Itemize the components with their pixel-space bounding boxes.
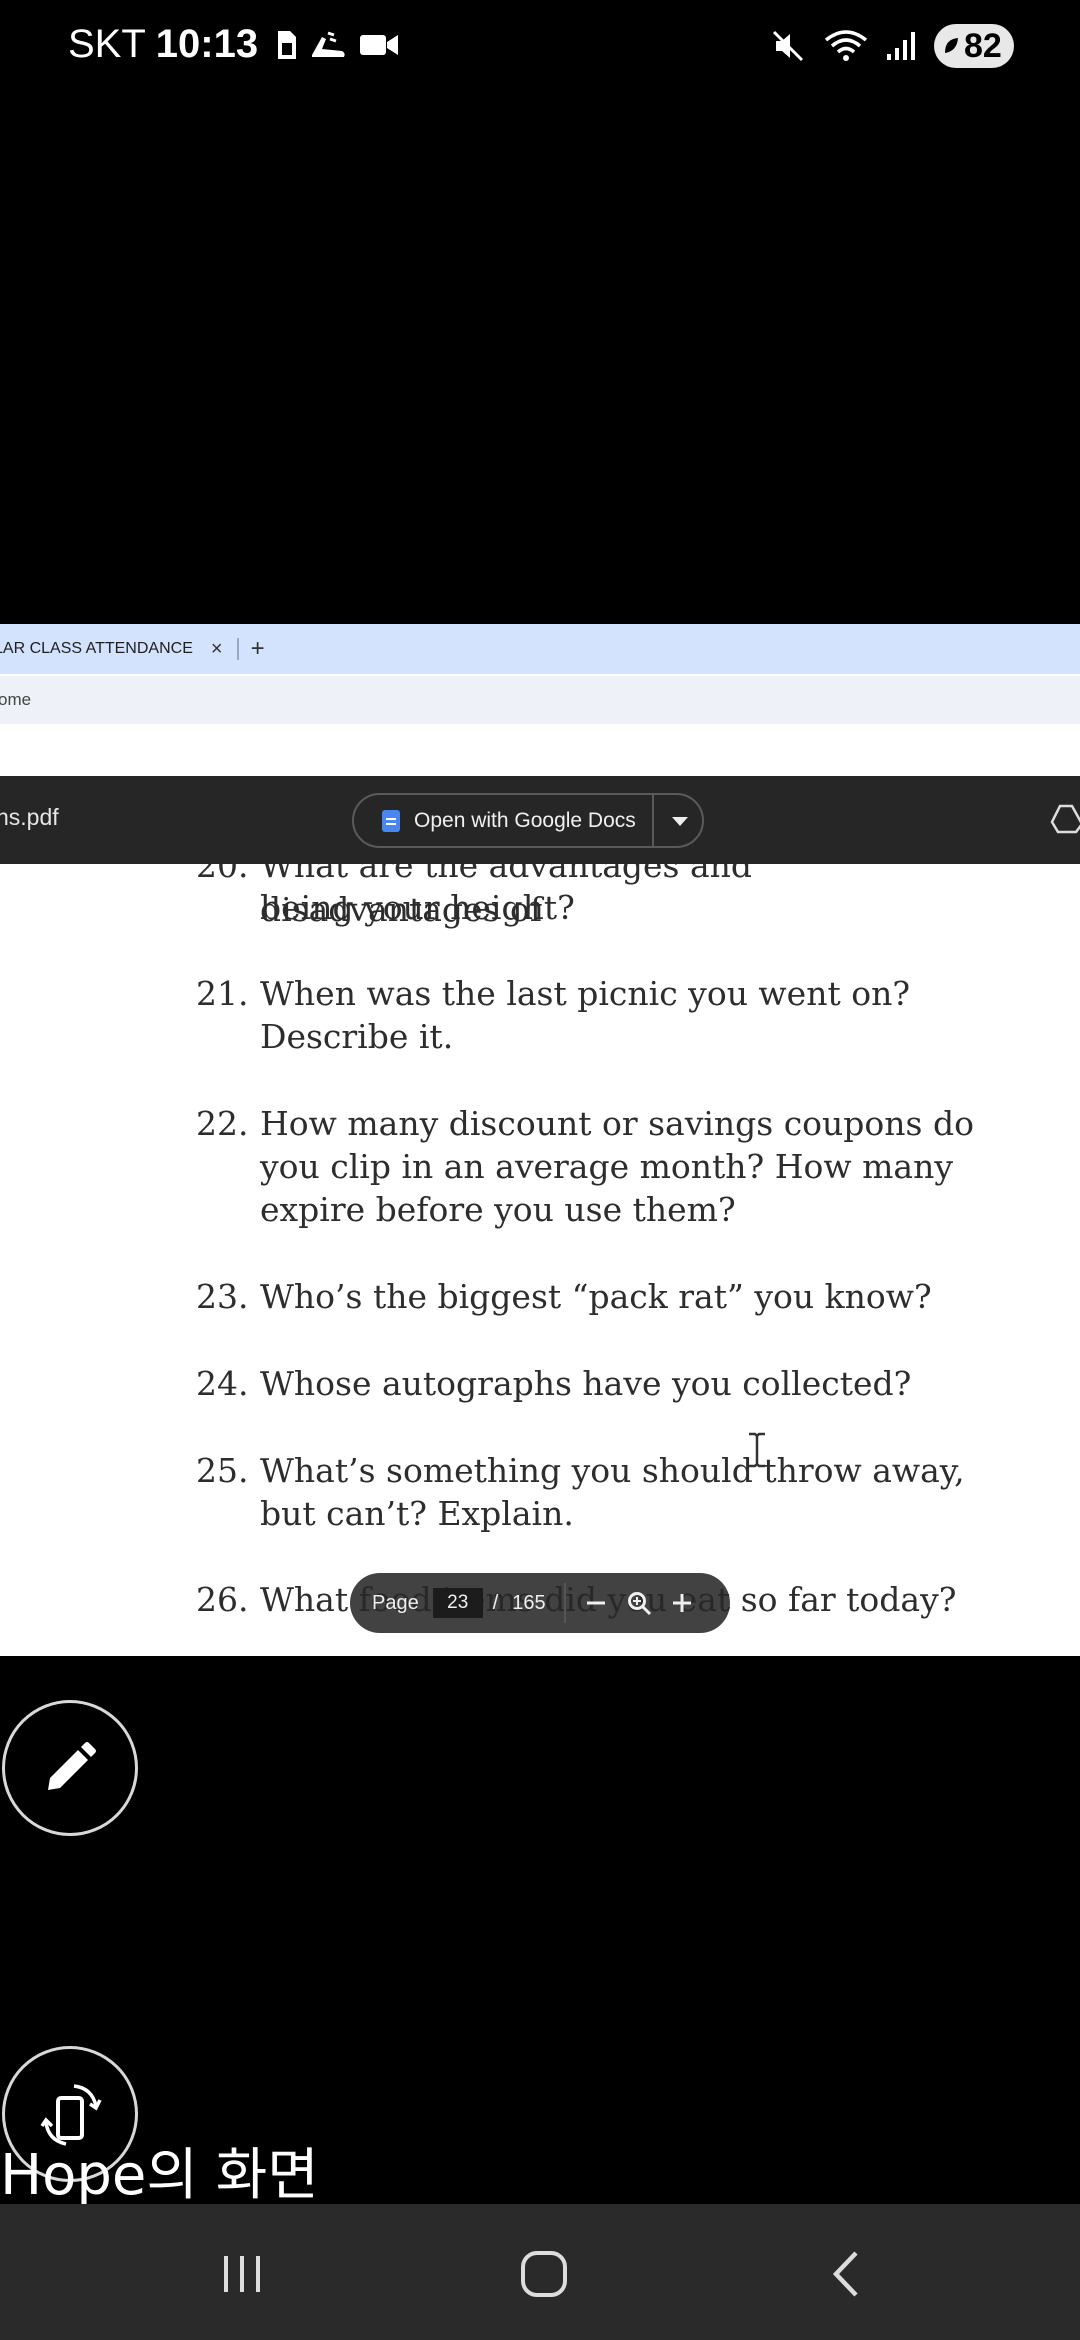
google-docs-icon [382,809,400,832]
mute-icon [770,28,806,64]
address-text: ome [0,690,32,709]
home-button[interactable] [514,2244,574,2304]
back-button[interactable] [816,2244,876,2304]
question-number: 21. [196,974,249,1013]
open-with-google-docs-button[interactable]: Open with Google Docs [352,793,704,848]
browser-tab[interactable]: LAR CLASS ATTENDANCE × [0,624,223,674]
browser-tab-bar: LAR CLASS ATTENDANCE × + [0,624,1080,674]
clock: 10:13 [155,22,259,66]
question-text: Who’s the biggest “pack rat” you know? [260,1277,932,1316]
question-number: 26. [196,1580,249,1619]
question-number: 20. [196,864,249,885]
controls-divider [563,1583,566,1623]
pdf-page[interactable]: 20. What are the advantages and disadvan… [0,864,1080,1656]
home-icon [521,2251,567,2297]
page-separator: / [492,1591,499,1614]
zoom-icon [627,1592,651,1616]
question-number: 25. [196,1451,249,1490]
button-divider [652,795,654,846]
question-text: How many discount or savings coupons do [260,1104,974,1143]
total-pages: 165 [512,1591,546,1614]
minus-icon [586,1601,605,1605]
question-text: When was the last picnic you went on? [260,974,911,1013]
sim-card-icon [276,29,298,61]
address-bar[interactable]: ome [0,674,1080,724]
zoom-button[interactable] [626,1590,652,1616]
zoom-out-button[interactable] [584,1591,608,1615]
battery-level: 82 [964,26,1002,65]
open-with-label: Open with Google Docs [414,808,636,832]
carrier-name: SKT [68,22,146,66]
navigation-bar [0,2204,1080,2340]
question-text: expire before you use them? [260,1190,736,1229]
page-spacer [0,724,1080,776]
question-text: Whose autographs have you collected? [260,1364,912,1403]
question-text: but can’t? Explain. [260,1494,574,1533]
question-text: What’s something you should throw away, [260,1451,965,1490]
plus-icon [672,1594,691,1612]
edit-button[interactable] [2,1700,138,1836]
back-icon [832,2251,858,2297]
shoe-icon [308,29,348,61]
recent-apps-button[interactable] [212,2244,272,2304]
video-camera-icon [358,30,400,60]
tab-close-button[interactable]: × [211,638,223,661]
question-number: 24. [196,1364,249,1403]
pdf-file-name: ns.pdf [0,804,59,830]
question-number: 22. [196,1104,249,1143]
zoom-in-button[interactable] [670,1591,694,1615]
screen-share-label: Hope의 화면 [0,2143,319,2208]
new-tab-button[interactable]: + [251,635,265,663]
question-text: Describe it. [260,1017,454,1056]
tab-divider [236,638,239,660]
page-label: Page [372,1591,419,1614]
question-text: you clip in an average month? How many [260,1147,953,1186]
page-number-input[interactable]: 23 [432,1588,483,1618]
recent-apps-icon [224,2256,260,2292]
tab-title: LAR CLASS ATTENDANCE [0,640,193,657]
chevron-down-icon[interactable] [672,817,688,826]
pencil-icon [48,1742,96,1790]
wifi-icon [824,28,868,64]
pdf-toolbar: ns.pdf Open with Google Docs [0,776,1080,864]
add-to-drive-icon[interactable] [1050,804,1080,839]
charging-icon [945,38,958,53]
battery-indicator: 82 [934,24,1014,68]
status-bar: SKT 10:13 82 [0,0,1080,96]
question-number: 23. [196,1277,249,1316]
page-controls: Page 23 / 165 [350,1573,730,1633]
question-text: being your height? [260,888,575,927]
signal-icon [886,30,916,62]
text-cursor-icon [746,1432,768,1473]
